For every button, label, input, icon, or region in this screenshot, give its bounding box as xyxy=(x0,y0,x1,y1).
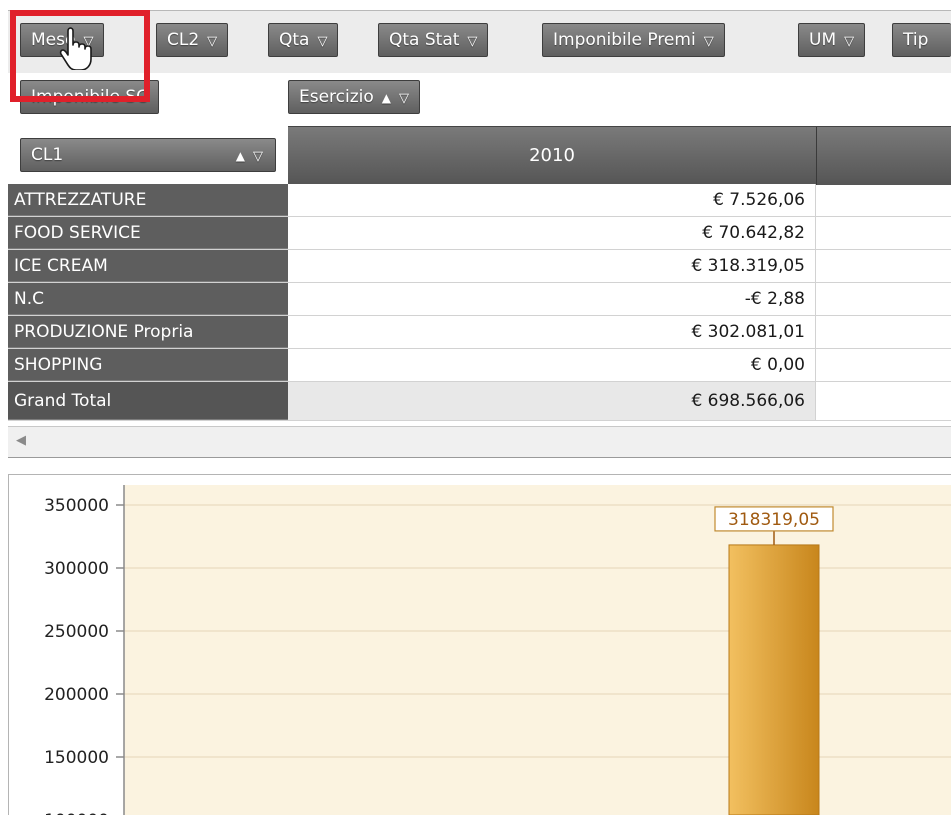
y-tick-label: 350000 xyxy=(44,496,109,516)
table-row: N.C -€ 2,88 xyxy=(8,283,951,316)
row-label[interactable]: PRODUZIONE Propria xyxy=(8,316,288,348)
y-tick-label: 250000 xyxy=(44,622,109,642)
row-label[interactable]: ATTREZZATURE xyxy=(8,184,288,216)
field-qta-stat-button[interactable]: Qta Stat ▽ xyxy=(378,23,489,57)
field-qta-label: Qta xyxy=(279,30,310,50)
row-label[interactable]: N.C xyxy=(8,283,288,315)
bar-chart-canvas: 100000 150000 200000 250000 300000 350000 318… xyxy=(44,485,951,815)
pivot-rows: ATTREZZATURE € 7.526,06 FOOD SERVICE € 7… xyxy=(8,184,951,421)
grand-total-label[interactable]: Grand Total xyxy=(8,382,288,420)
y-tick-label: 300000 xyxy=(44,559,109,579)
plot-area xyxy=(124,485,951,815)
field-tip-button[interactable]: Tip xyxy=(892,23,951,57)
field-tip-label: Tip xyxy=(903,30,929,50)
bar[interactable] xyxy=(728,544,820,815)
field-um-button[interactable]: UM ▽ xyxy=(798,23,866,57)
table-row: PRODUZIONE Propria € 302.081,01 xyxy=(8,316,951,349)
field-cl2-button[interactable]: CL2 ▽ xyxy=(156,23,229,57)
grand-total-value[interactable]: € 698.566,06 xyxy=(288,382,816,420)
grand-total-row: Grand Total € 698.566,06 xyxy=(8,382,951,421)
hand-pointer-icon xyxy=(59,27,92,70)
row-label[interactable]: SHOPPING xyxy=(8,349,288,381)
row-field-label: CL1 xyxy=(31,145,64,165)
pivot-field-area: Mese ▽ CL2 ▽ Qta ▽ Qta Stat ▽ Imponibile Pre… xyxy=(0,0,951,463)
bar-chart: 100000 150000 200000 250000 300000 350000 318… xyxy=(8,474,951,815)
cell-value[interactable]: € 7.526,06 xyxy=(288,184,816,216)
horizontal-scrollbar[interactable]: ◀ xyxy=(8,426,951,458)
column-header-year[interactable]: 2010 xyxy=(288,127,817,185)
funnel-icon[interactable]: ▽ xyxy=(704,34,714,49)
funnel-icon[interactable]: ▽ xyxy=(467,34,477,49)
cell-value[interactable]: -€ 2,88 xyxy=(288,283,816,315)
field-imponibile-premi-button[interactable]: Imponibile Premi ▽ xyxy=(542,23,725,57)
funnel-icon[interactable]: ▽ xyxy=(253,149,263,164)
row-field-cl1-button[interactable]: CL1 ▲ ▽ xyxy=(20,138,276,172)
field-qta-button[interactable]: Qta ▽ xyxy=(268,23,339,57)
row-label[interactable]: ICE CREAM xyxy=(8,250,288,282)
cell-value[interactable]: € 0,00 xyxy=(288,349,816,381)
table-row: SHOPPING € 0,00 xyxy=(8,349,951,382)
cell-value[interactable]: € 318.319,05 xyxy=(288,250,816,282)
column-field-label: Esercizio xyxy=(299,87,374,107)
data-field-imponibile-sc-button[interactable]: Imponibile SC xyxy=(20,80,160,114)
row-label[interactable]: FOOD SERVICE xyxy=(8,217,288,249)
funnel-icon[interactable]: ▽ xyxy=(399,91,409,106)
field-qta-stat-label: Qta Stat xyxy=(389,30,460,50)
column-header: 2010 xyxy=(288,126,951,185)
column-field-esercizio-button[interactable]: Esercizio ▲ ▽ xyxy=(288,80,421,114)
field-cl2-label: CL2 xyxy=(167,30,200,50)
field-imponibile-premi-label: Imponibile Premi xyxy=(553,30,696,50)
table-row: FOOD SERVICE € 70.642,82 xyxy=(8,217,951,250)
y-tick-label: 100000 xyxy=(44,811,109,815)
table-row: ATTREZZATURE € 7.526,06 xyxy=(8,184,951,217)
y-tick-label: 200000 xyxy=(44,685,109,705)
cell-value[interactable]: € 70.642,82 xyxy=(288,217,816,249)
data-label: 318319,05 xyxy=(728,510,820,530)
field-um-label: UM xyxy=(809,30,837,50)
data-field-label: Imponibile SC xyxy=(31,87,149,107)
funnel-icon[interactable]: ▽ xyxy=(207,34,217,49)
funnel-icon[interactable]: ▽ xyxy=(844,34,854,49)
sort-up-icon[interactable]: ▲ xyxy=(382,91,391,105)
sort-up-icon[interactable]: ▲ xyxy=(236,149,245,163)
table-row: ICE CREAM € 318.319,05 xyxy=(8,250,951,283)
funnel-icon[interactable]: ▽ xyxy=(317,34,327,49)
chevron-left-icon[interactable]: ◀ xyxy=(16,433,26,448)
cell-value[interactable]: € 302.081,01 xyxy=(288,316,816,348)
y-tick-label: 150000 xyxy=(44,748,109,768)
